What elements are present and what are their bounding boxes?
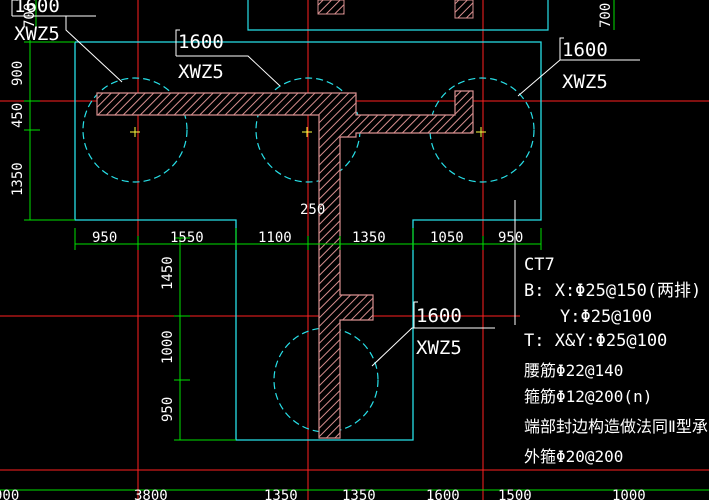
dim-left-1350: 1350 xyxy=(10,162,26,196)
pile-label-code: XWZ5 xyxy=(416,337,462,359)
dim-bottom-5: 1600 xyxy=(426,488,460,500)
dim-bottom-6: 1500 xyxy=(498,488,532,500)
dim-h-1100: 1100 xyxy=(258,230,292,246)
hatched-wall[interactable] xyxy=(96,90,474,439)
note-bottom-y: Y:Φ25@100 xyxy=(560,307,652,327)
dim-bottom-2: 3800 xyxy=(134,488,168,500)
dim-h-950: 950 xyxy=(92,230,117,246)
cad-viewport[interactable]: 1600 XWZ5 1600 XWZ5 1600 XWZ5 1600 XWZ5 … xyxy=(0,0,709,500)
cad-drawing-canvas[interactable]: 1600 XWZ5 1600 XWZ5 1600 XWZ5 1600 XWZ5 … xyxy=(0,0,709,500)
dim-h-1550: 1550 xyxy=(170,230,204,246)
dim-bottom-3: 1350 xyxy=(264,488,298,500)
reinforcement-note[interactable]: CT7 B: X:Φ25@150(两排) Y:Φ25@100 T: X&Y:Φ2… xyxy=(524,255,709,466)
note-outer: 外箍Φ20@200 xyxy=(524,447,623,466)
note-stirrup: 箍筋Φ12@200(n) xyxy=(524,387,652,406)
dim-wall-250: 250 xyxy=(300,202,325,218)
note-bottom-x: B: X:Φ25@150(两排) xyxy=(524,281,701,301)
dim-bottom-7: 1000 xyxy=(612,488,646,500)
pile-label-size: 1600 xyxy=(178,31,224,53)
dim-bottom-4: 1350 xyxy=(342,488,376,500)
pile-label-3[interactable]: 1600 XWZ5 xyxy=(562,39,608,93)
dim-left-450: 450 xyxy=(10,103,26,128)
upper-cap-outline xyxy=(247,0,549,31)
dim-h-1050: 1050 xyxy=(430,230,464,246)
dim-bottom-1: 900 xyxy=(0,488,19,500)
pile-label-code: XWZ5 xyxy=(178,61,224,83)
dim-top-700-left: 700 xyxy=(22,3,38,28)
leader-brackets xyxy=(11,0,564,328)
dim-top-700-right: 700 xyxy=(598,3,614,28)
upper-hatch xyxy=(317,0,474,19)
dim-left-1000: 1000 xyxy=(160,330,176,364)
dim-left-1450: 1450 xyxy=(160,256,176,290)
note-waist: 腰筋Φ22@140 xyxy=(524,361,623,380)
pile-label-size: 1600 xyxy=(416,305,462,327)
dim-h-1350: 1350 xyxy=(352,230,386,246)
dim-left-900: 900 xyxy=(10,61,26,86)
pile-label-2[interactable]: 1600 XWZ5 xyxy=(178,31,224,83)
pile-label-4[interactable]: 1600 XWZ5 xyxy=(416,305,462,359)
dim-h-950b: 950 xyxy=(498,230,523,246)
note-top: T: X&Y:Φ25@100 xyxy=(524,331,667,351)
note-title: CT7 xyxy=(524,255,555,275)
pile-label-code: XWZ5 xyxy=(562,71,608,93)
dim-left-950: 950 xyxy=(160,397,176,422)
pile-label-size: 1600 xyxy=(562,39,608,61)
note-end-cap: 端部封边构造做法同Ⅱ型承台 xyxy=(524,417,709,436)
